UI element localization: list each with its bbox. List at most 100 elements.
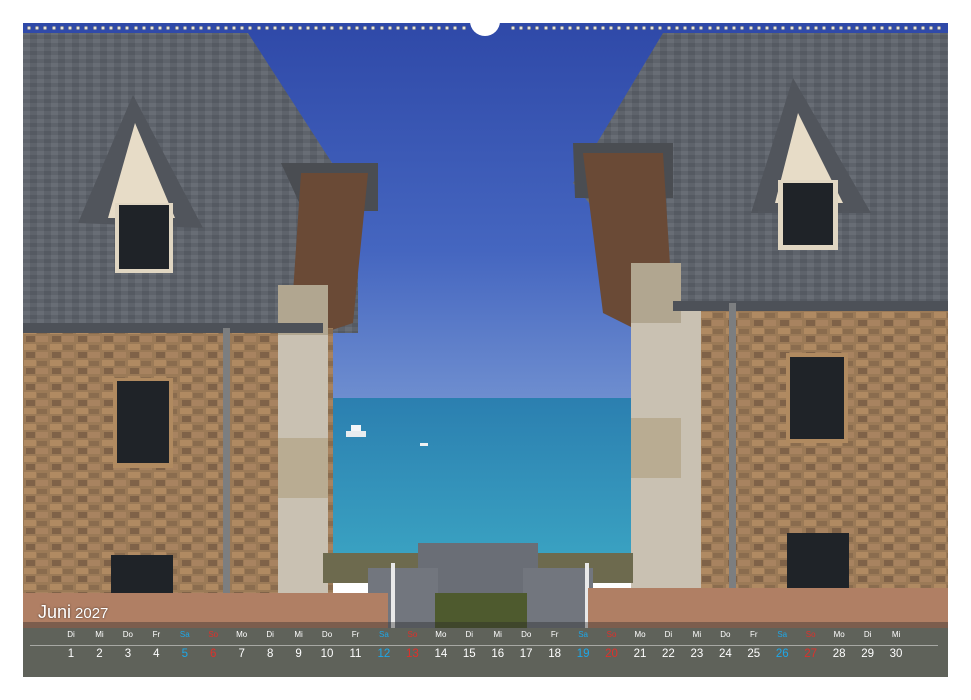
day-number: 15 [462, 648, 476, 660]
binding-ring [855, 26, 860, 30]
binding-ring [35, 26, 40, 30]
binding-ring [740, 26, 745, 30]
binding-ring [289, 26, 294, 30]
binding-ring [601, 26, 605, 30]
binding-ring [560, 26, 564, 30]
binding-ring [117, 26, 122, 30]
binding-ring [166, 26, 171, 30]
binding-ring [297, 26, 302, 30]
day-name: Fr [152, 630, 161, 639]
binding-ring [650, 26, 655, 30]
day-number: 18 [548, 648, 562, 660]
binding-ring [396, 26, 400, 30]
day-number: 2 [96, 648, 103, 660]
day-name: Do [521, 630, 532, 639]
day-name: So [606, 630, 617, 639]
binding-ring [633, 26, 638, 30]
binding-ring [519, 26, 523, 30]
binding-ring [707, 26, 712, 30]
binding-ring [642, 26, 646, 30]
day-number: 9 [295, 648, 302, 660]
day-number: 3 [124, 648, 132, 660]
day-number: 14 [434, 648, 448, 660]
day-name: Di [863, 630, 872, 639]
binding-ring [322, 26, 327, 30]
binding-ring [420, 26, 425, 30]
day-name: Mi [294, 630, 303, 639]
binding-ring [182, 26, 187, 30]
binding-ring [617, 26, 622, 30]
binding-ring [437, 26, 441, 30]
day-number: 11 [349, 648, 362, 660]
binding-ring [732, 26, 737, 30]
day-name: So [805, 630, 816, 639]
day-number: 23 [690, 648, 704, 660]
binding-ring [838, 26, 843, 30]
binding-ring [797, 26, 802, 30]
binding-ring [830, 26, 835, 30]
binding-ring [445, 26, 450, 30]
photo-coastal-houses [23, 23, 948, 677]
binding-ring [773, 26, 778, 30]
binding-ring [240, 26, 245, 30]
binding-ring [125, 26, 130, 30]
calendar-page: Juni 2027 Di 1 Mi 2 Do 3 Fr 4 Sa 5 So 6 Mo 7 Di 8 Mi 9 Do 10… [0, 0, 971, 700]
binding-ring [920, 26, 925, 30]
binding-ring [174, 26, 179, 30]
binding-ring [199, 26, 204, 30]
day-name: Fr [351, 630, 360, 639]
day-name: Di [664, 630, 673, 639]
day-name: Do [720, 630, 731, 639]
day-number: 4 [153, 648, 160, 660]
day-name: Mi [493, 630, 502, 639]
day-name: Mi [891, 630, 901, 639]
binding-ring [412, 26, 417, 30]
day-name: Mo [236, 630, 248, 639]
binding-ring [453, 26, 458, 30]
binding-ring [814, 26, 819, 30]
day-name: Do [122, 630, 133, 639]
binding-ring [683, 26, 687, 30]
binding-ring [625, 26, 630, 30]
binding-ring [150, 26, 154, 30]
binding-ring [59, 26, 64, 30]
binding-ring [207, 26, 212, 30]
day-name: Mo [833, 630, 845, 639]
day-name: Sa [179, 630, 190, 639]
binding-ring [543, 26, 548, 30]
binding-ring [158, 26, 163, 30]
binding-ring [191, 26, 195, 30]
day-name: So [407, 630, 418, 639]
binding-ring [699, 26, 704, 30]
binding-ring [527, 26, 532, 30]
day-number: 22 [662, 648, 675, 660]
binding-ring [715, 26, 720, 30]
binding-ring [338, 26, 343, 30]
day-number: 25 [747, 648, 761, 660]
binding-ring [592, 26, 597, 30]
day-number: 30 [889, 648, 903, 660]
day-name: So [208, 630, 219, 639]
binding-ring [314, 26, 318, 30]
binding-ring [871, 26, 876, 30]
binding-ring [691, 26, 696, 30]
day-number: 24 [718, 648, 732, 660]
binding-ring [51, 26, 56, 30]
day-name: Di [67, 630, 75, 639]
binding-ring [863, 26, 868, 30]
binding-ring [584, 26, 589, 30]
year-label: 2027 [75, 605, 109, 622]
binding-ring [92, 26, 97, 30]
binding-ring [510, 26, 515, 30]
day-number: 13 [405, 648, 419, 660]
binding-ring [256, 26, 261, 30]
day-number: 26 [775, 648, 789, 660]
day-name: Sa [578, 630, 588, 639]
binding-ring [346, 26, 351, 30]
binding-ring [428, 26, 433, 30]
month-name: Juni [38, 602, 72, 622]
month-title: Juni 2027 [38, 602, 108, 623]
day-name: Sa [379, 630, 389, 639]
binding-ring [363, 26, 368, 30]
binding-ring [806, 26, 810, 30]
